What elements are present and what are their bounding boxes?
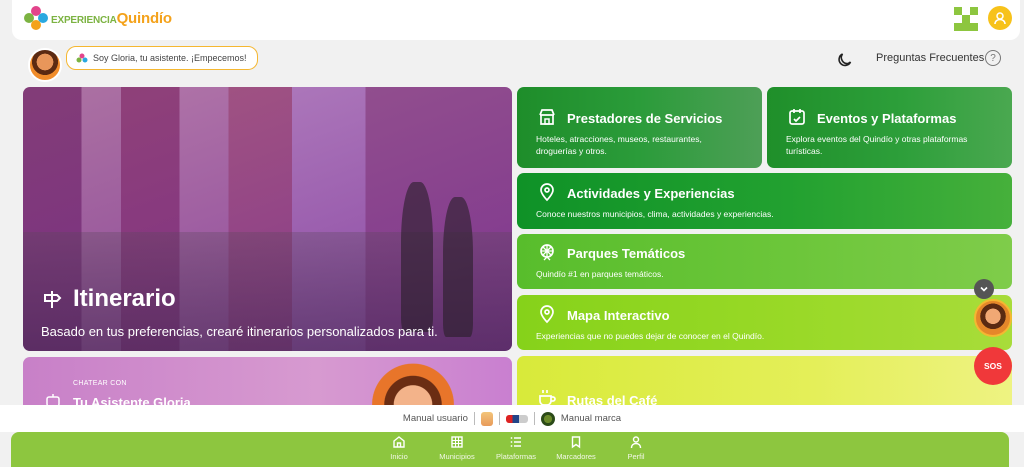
assistant-avatar[interactable] [28,48,62,82]
brand-logo[interactable]: EXPERIENCIAQuindío [24,6,172,30]
walker-figure [401,182,433,332]
collapse-button[interactable] [974,279,994,299]
itinerario-title: Itinerario [73,285,176,312]
person-icon [630,436,642,449]
partner-logo [480,411,493,426]
store-icon [539,109,555,125]
manual-usuario-link[interactable]: Manual usuario [403,413,468,424]
tile-title: Prestadores de Servicios [567,111,723,126]
nav-item-marcadores[interactable]: Marcadores [546,435,606,461]
tile-actividades[interactable]: Actividades y Experiencias Conoce nuestr… [517,173,1012,229]
faq-link[interactable]: Preguntas Frecuentes [876,52,984,64]
nav-label: Plataformas [495,452,537,461]
tile-description: Explora eventos del Quindío y otras plat… [786,134,968,156]
calendar-icon [789,109,805,125]
location-pin-icon [540,183,554,202]
tile-parques[interactable]: Parques Temáticos Quindío #1 en parques … [517,234,1012,289]
nav-item-inicio[interactable]: Inicio [369,435,429,461]
nav-label: Municipios [439,452,475,461]
chat-kicker: CHATEAR CON [73,380,127,387]
tile-prestadores[interactable]: Prestadores de Servicios Hoteles, atracc… [517,87,762,168]
tile-title: Parques Temáticos [567,246,686,261]
user-account-button[interactable] [988,6,1012,30]
bookmark-icon [571,436,581,449]
flower-icon [76,53,88,63]
tile-description: Conoce nuestros municipios, clima, activ… [536,209,774,219]
list-icon [510,437,521,447]
grid-icon [451,436,463,448]
nav-label: Perfil [627,452,645,461]
bottom-navigation: Inicio Municipios Plataformas Marcadores… [11,432,1009,467]
manual-marca-link[interactable]: Manual marca [561,413,621,424]
nav-item-municipios[interactable]: Municipios [427,435,487,461]
qr-code-icon[interactable] [954,7,978,31]
divider [498,412,500,425]
nav-item-plataformas[interactable]: Plataformas [486,435,546,461]
walker-figure [443,197,473,337]
help-icon[interactable]: ? [985,50,1001,66]
sos-button[interactable]: SOS [974,347,1012,385]
top-bar: EXPERIENCIAQuindío [12,0,1020,40]
itinerario-subtitle: Basado en tus preferencias, crearé itine… [41,324,438,339]
nav-label: Inicio [390,452,408,461]
tile-mapa[interactable]: Mapa Interactivo Experiencias que no pue… [517,295,1012,350]
home-icon [393,436,405,448]
map-pin-icon [540,305,554,324]
ferris-wheel-icon [540,244,554,261]
tile-title: Actividades y Experiencias [567,186,735,201]
itinerario-card[interactable]: Itinerario Basado en tus preferencias, c… [23,87,512,351]
tile-title: Eventos y Plataformas [817,111,957,126]
assistant-greeting-bubble[interactable]: Soy Gloria, tu asistente. ¡Empecemos! [66,46,258,70]
tile-title: Mapa Interactivo [567,308,670,323]
nav-label: Marcadores [556,452,596,461]
itinerario-heading: Itinerario [41,285,176,313]
divider [473,412,475,425]
tile-description: Hoteles, atracciones, museos, restaurant… [536,134,702,156]
signpost-icon [44,291,62,308]
partner-logo [505,414,528,423]
user-icon [994,12,1006,25]
brand-name: EXPERIENCIAQuindío [51,9,172,27]
tile-description: Experiencias que no puedes dejar de cono… [536,331,765,341]
footer-links: Manual usuario Manual marca [0,405,1024,432]
divider [533,412,535,425]
nav-item-perfil[interactable]: Perfil [606,435,666,461]
tile-eventos[interactable]: Eventos y Plataformas Explora eventos de… [767,87,1012,168]
dark-mode-toggle-icon[interactable] [836,50,854,68]
tile-description: Quindío #1 en parques temáticos. [536,269,664,279]
logo-flower-icon [24,6,48,30]
chevron-down-icon [980,286,988,292]
floating-assistant-avatar[interactable] [974,299,1012,337]
government-seal-icon [540,411,555,426]
greeting-text: Soy Gloria, tu asistente. ¡Empecemos! [93,53,247,63]
